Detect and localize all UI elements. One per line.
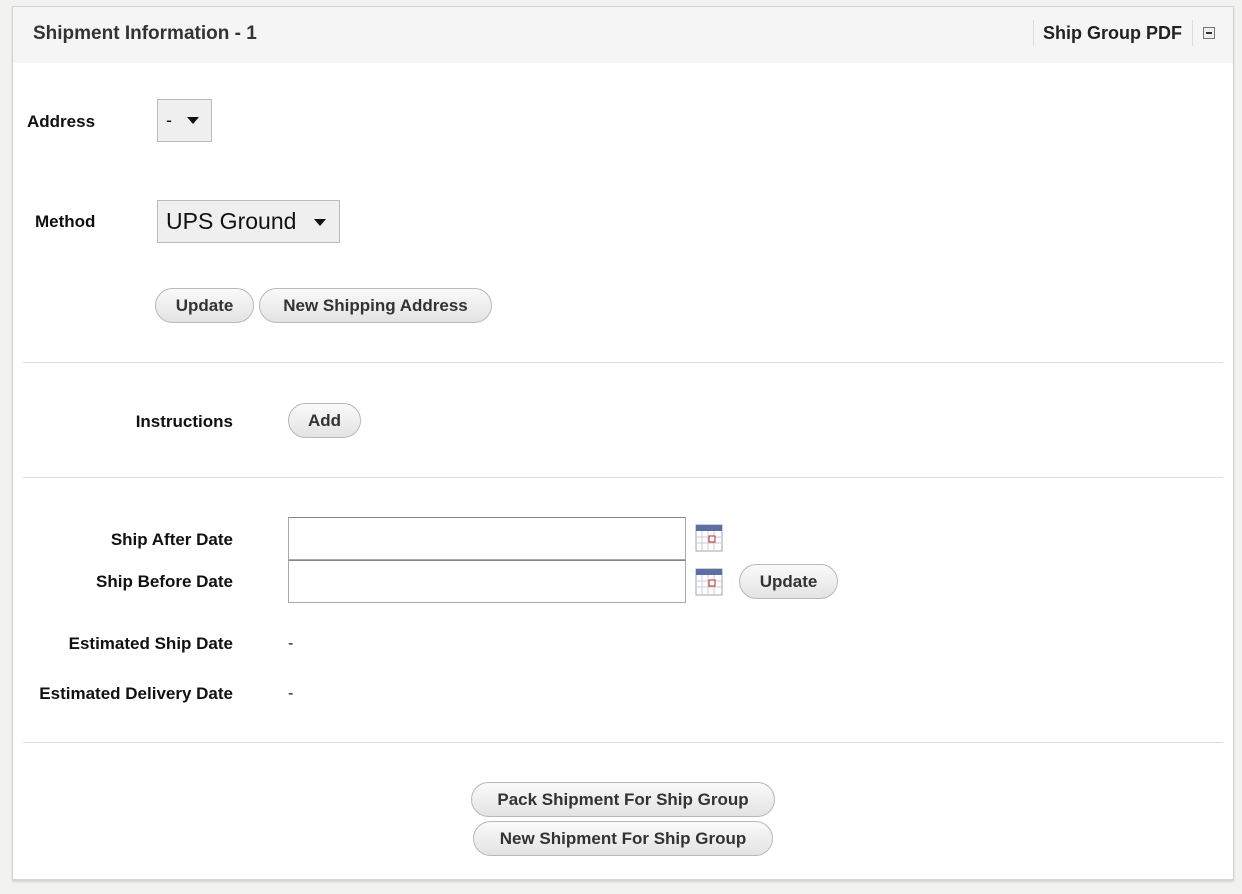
new-shipping-address-button[interactable]: New Shipping Address	[259, 288, 492, 323]
estimated-delivery-date-label: Estimated Delivery Date	[39, 684, 233, 703]
update-dates-button[interactable]: Update	[739, 564, 838, 599]
pack-shipment-button[interactable]: Pack Shipment For Ship Group	[471, 782, 775, 817]
header-separator	[1033, 20, 1034, 46]
method-label: Method	[35, 212, 96, 231]
panel-header: Shipment Information - 1 Ship Group PDF	[13, 7, 1233, 63]
section-divider	[23, 477, 1223, 478]
shipment-info-panel: Shipment Information - 1 Ship Group PDF …	[12, 6, 1234, 880]
calendar-icon[interactable]	[695, 568, 723, 596]
section-divider	[23, 742, 1223, 743]
chevron-down-icon	[187, 117, 199, 124]
address-label: Address	[27, 112, 96, 131]
ship-after-date-input[interactable]	[288, 517, 686, 560]
calendar-icon[interactable]	[695, 524, 723, 552]
header-separator	[1192, 20, 1193, 46]
instructions-label: Instructions	[135, 412, 233, 431]
update-address-button[interactable]: Update	[155, 288, 254, 323]
ship-before-date-label: Ship Before Date	[96, 572, 233, 591]
new-shipment-button[interactable]: New Shipment For Ship Group	[473, 821, 773, 856]
add-instructions-button[interactable]: Add	[288, 403, 361, 438]
estimated-ship-date-label: Estimated Ship Date	[68, 634, 233, 653]
chevron-down-icon	[314, 219, 326, 226]
panel-title: Shipment Information - 1	[33, 23, 257, 44]
ship-group-pdf-link[interactable]: Ship Group PDF	[1043, 23, 1182, 44]
ship-before-date-input[interactable]	[288, 560, 686, 603]
method-select-value: UPS Ground	[166, 207, 297, 234]
ship-after-date-label: Ship After Date	[110, 530, 233, 549]
method-select[interactable]: UPS Ground	[157, 200, 340, 243]
estimated-delivery-date-value: -	[288, 685, 294, 702]
address-select[interactable]: -	[157, 99, 212, 142]
address-select-value: -	[166, 109, 172, 130]
section-divider	[23, 362, 1223, 363]
collapse-icon[interactable]	[1203, 27, 1215, 39]
estimated-ship-date-value: -	[288, 635, 294, 652]
